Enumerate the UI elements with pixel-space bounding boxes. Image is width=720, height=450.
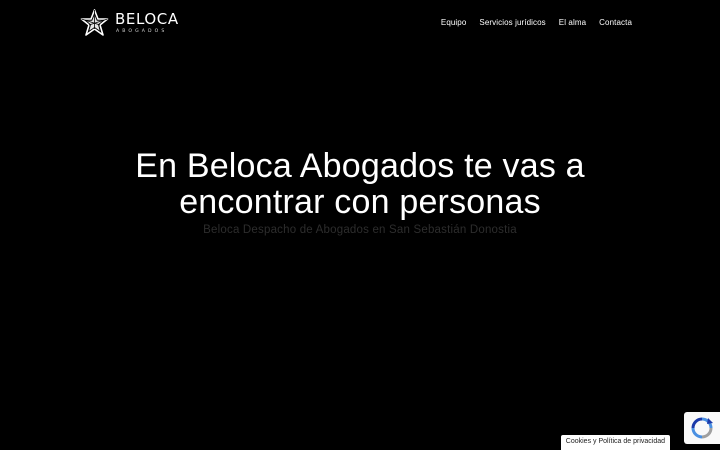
brand-text: BELOCA ABOGADOS (115, 9, 179, 35)
hero-title: En Beloca Abogados te vas a encontrar co… (0, 148, 720, 220)
page: BELOCA ABOGADOS Equipo Servicios jurídic… (0, 0, 720, 450)
cookie-policy-tab[interactable]: Cookies y Política de privacidad (560, 435, 670, 450)
brand-subtitle: ABOGADOS (116, 28, 168, 34)
hero-section: En Beloca Abogados te vas a encontrar co… (0, 148, 720, 236)
nav-item-servicios-juridicos[interactable]: Servicios jurídicos (479, 18, 545, 27)
site-header: BELOCA ABOGADOS Equipo Servicios jurídic… (0, 0, 720, 46)
main-nav: Equipo Servicios jurídicos El alma Conta… (441, 18, 632, 27)
nav-item-contacta[interactable]: Contacta (599, 18, 632, 27)
star-polygon-icon (80, 9, 109, 36)
nav-item-el-alma[interactable]: El alma (559, 18, 586, 27)
nav-item-equipo[interactable]: Equipo (441, 18, 467, 27)
brand-logo-link[interactable]: BELOCA ABOGADOS (80, 9, 179, 37)
hero-subtitle: Beloca Despacho de Abogados en San Sebas… (203, 224, 517, 236)
brand-name: BELOCA (115, 9, 179, 28)
hero-title-line-1: En Beloca Abogados te vas a (135, 147, 585, 185)
recaptcha-badge[interactable] (684, 412, 720, 444)
recaptcha-icon (691, 417, 713, 439)
hero-title-line-2: encontrar con personas (179, 183, 541, 221)
